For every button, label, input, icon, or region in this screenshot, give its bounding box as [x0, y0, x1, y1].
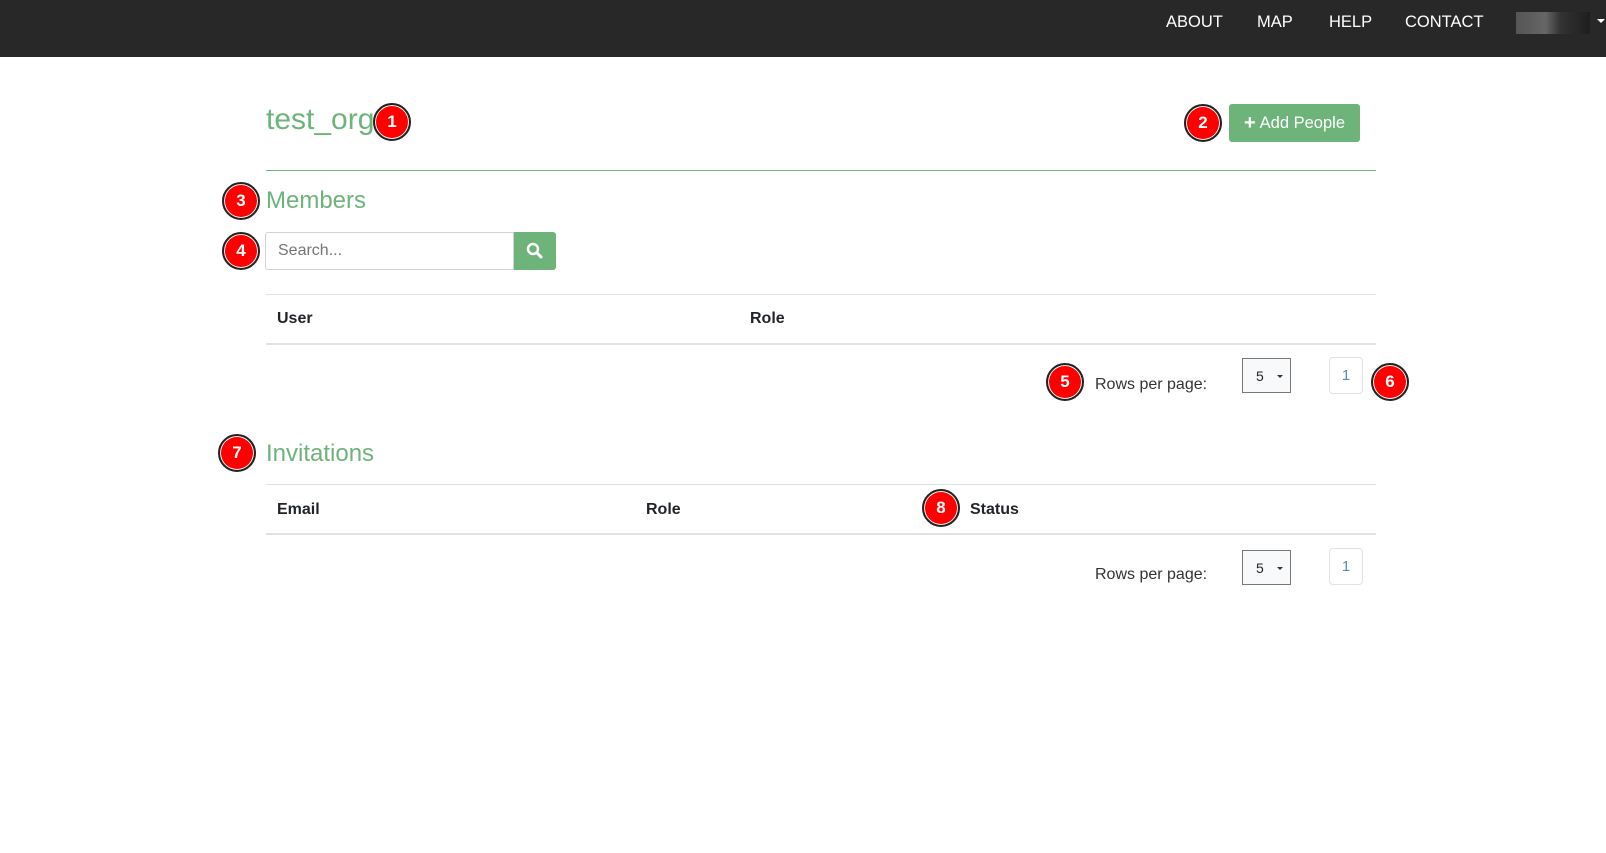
- invitations-heading: Invitations: [266, 440, 375, 467]
- marker-badge: 4: [222, 232, 260, 270]
- table-header-border: [266, 343, 1376, 345]
- rows-per-page-value: 5: [1256, 560, 1264, 576]
- add-people-label: Add People: [1259, 113, 1345, 132]
- nav-about[interactable]: ABOUT: [1166, 13, 1223, 32]
- marker-badge: 2: [1184, 104, 1222, 142]
- table-top-border: [266, 294, 1376, 295]
- table-header-border: [266, 533, 1376, 535]
- nav-help[interactable]: HELP: [1329, 13, 1372, 32]
- column-header-role: Role: [750, 310, 785, 327]
- marker-badge: 1: [373, 103, 411, 141]
- add-people-button[interactable]: + Add People: [1229, 104, 1360, 142]
- members-heading: Members: [266, 187, 367, 214]
- rows-per-page-label: Rows per page:: [1095, 566, 1208, 583]
- top-navbar: ABOUT MAP HELP CONTACT: [0, 0, 1606, 57]
- caret-down-icon: [1277, 375, 1283, 378]
- column-header-user: User: [277, 310, 313, 327]
- search-button[interactable]: [514, 232, 556, 270]
- column-header-role: Role: [646, 501, 681, 518]
- marker-badge: 6: [1371, 363, 1409, 401]
- nav-map[interactable]: MAP: [1257, 13, 1293, 32]
- search-icon: [526, 242, 543, 259]
- page-button-1[interactable]: 1: [1329, 357, 1363, 394]
- page-button-1[interactable]: 1: [1329, 548, 1363, 585]
- marker-badge: 3: [222, 182, 260, 220]
- plus-icon: +: [1243, 111, 1256, 134]
- user-avatar[interactable]: [1516, 12, 1590, 34]
- rows-per-page-value: 5: [1256, 368, 1264, 384]
- marker-badge: 7: [218, 434, 256, 472]
- caret-down-icon[interactable]: [1597, 19, 1605, 23]
- marker-badge: 8: [922, 489, 960, 527]
- rows-per-page-select[interactable]: 5: [1242, 550, 1291, 585]
- rows-per-page-label: Rows per page:: [1095, 376, 1208, 393]
- marker-badge: 5: [1046, 363, 1084, 401]
- search-input[interactable]: [265, 232, 514, 270]
- table-top-border: [266, 484, 1376, 485]
- nav-contact[interactable]: CONTACT: [1405, 13, 1484, 32]
- divider: [266, 170, 1376, 171]
- caret-down-icon: [1277, 567, 1283, 570]
- column-header-email: Email: [277, 501, 320, 518]
- page-title: test_org: [266, 103, 375, 136]
- column-header-status: Status: [970, 501, 1019, 518]
- rows-per-page-select[interactable]: 5: [1242, 358, 1291, 393]
